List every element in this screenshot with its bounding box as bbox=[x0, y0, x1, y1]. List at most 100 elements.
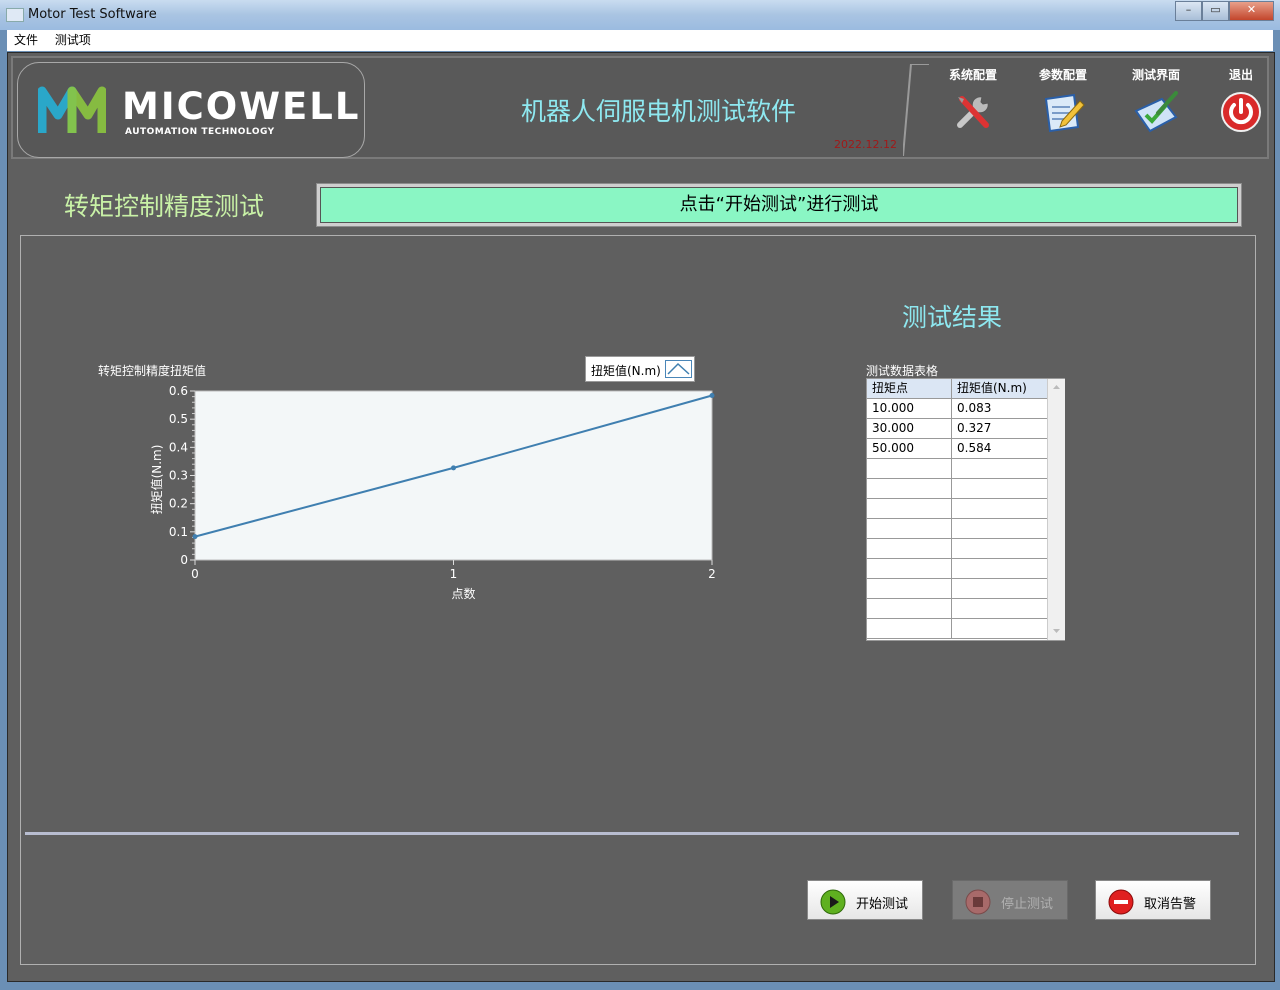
logo-mark-icon bbox=[38, 86, 106, 133]
data-point bbox=[192, 534, 198, 540]
table-row[interactable] bbox=[867, 499, 1047, 519]
cell-torque-value[interactable] bbox=[952, 519, 1047, 538]
minimize-button[interactable]: – bbox=[1175, 1, 1202, 21]
cell-torque-value[interactable]: 0.083 bbox=[952, 399, 1047, 418]
cell-torque-value[interactable] bbox=[952, 619, 1047, 638]
chart-title: 转矩控制精度扭矩值 bbox=[98, 364, 207, 378]
nav-param-config-label: 参数配置 bbox=[1038, 68, 1087, 82]
nav-test-screen-label: 测试界面 bbox=[1131, 68, 1180, 82]
cell-torque-point[interactable] bbox=[867, 499, 952, 518]
play-icon bbox=[820, 889, 846, 915]
cell-torque-value[interactable] bbox=[952, 499, 1047, 518]
header: MICOWELL AUTOMATION TECHNOLOGY 机器人伺服电机测试… bbox=[11, 56, 1269, 159]
cell-torque-value[interactable]: 0.327 bbox=[952, 419, 1047, 438]
y-tick-label: 0.5 bbox=[169, 412, 188, 426]
stop-test-button[interactable]: 停止测试 bbox=[952, 880, 1068, 920]
cell-torque-value[interactable] bbox=[952, 459, 1047, 478]
window-title: Motor Test Software bbox=[28, 7, 157, 22]
cancel-alarm-label: 取消告警 bbox=[1144, 897, 1197, 912]
table-row[interactable] bbox=[867, 579, 1047, 599]
y-axis-label: 扭矩值(N.m) bbox=[149, 445, 164, 515]
col-header-torque-point: 扭矩点 bbox=[867, 379, 952, 398]
logo: MICOWELL AUTOMATION TECHNOLOGY bbox=[17, 62, 365, 158]
cell-torque-value[interactable] bbox=[952, 599, 1047, 618]
cell-torque-point[interactable] bbox=[867, 479, 952, 498]
table-row[interactable]: 30.000 0.327 bbox=[867, 419, 1047, 439]
cell-torque-value[interactable]: 0.584 bbox=[952, 439, 1047, 458]
cell-torque-point[interactable] bbox=[867, 619, 952, 638]
cell-torque-value[interactable] bbox=[952, 579, 1047, 598]
clipboard-check-icon bbox=[1134, 91, 1178, 133]
nav-test-screen[interactable]: 测试界面 bbox=[1116, 66, 1196, 137]
legend-label: 扭矩值(N.m) bbox=[591, 364, 661, 378]
torque-chart: 0 0.1 0.2 0.3 0.4 0.5 0.6 0 1 2 点数 扭矩值(N.m) bbox=[149, 384, 716, 601]
section-title: 转矩控制精度测试 bbox=[64, 192, 265, 221]
table-row[interactable] bbox=[867, 559, 1047, 579]
x-axis-label: 点数 bbox=[451, 586, 475, 601]
cell-torque-point[interactable]: 30.000 bbox=[867, 419, 952, 438]
stop-icon bbox=[965, 889, 991, 915]
scroll-up-icon[interactable] bbox=[1048, 380, 1065, 394]
legend-swatch-icon bbox=[665, 360, 692, 378]
power-icon bbox=[1221, 92, 1261, 132]
status-message: 点击“开始测试”进行测试 bbox=[320, 187, 1238, 223]
cell-torque-point[interactable] bbox=[867, 519, 952, 538]
cell-torque-point[interactable] bbox=[867, 459, 952, 478]
table-scrollbar[interactable] bbox=[1047, 379, 1065, 640]
cell-torque-point[interactable]: 50.000 bbox=[867, 439, 952, 458]
build-date: 2022.12.12 bbox=[834, 138, 897, 151]
title-bar[interactable]: Motor Test Software – ▭ ✕ bbox=[0, 0, 1280, 30]
x-tick-label: 1 bbox=[450, 567, 458, 581]
status-box: 点击“开始测试”进行测试 bbox=[316, 183, 1242, 227]
data-point bbox=[709, 393, 715, 399]
nav-exit[interactable]: 退出 bbox=[1201, 66, 1280, 137]
table-row[interactable] bbox=[867, 459, 1047, 479]
nav-param-config[interactable]: 参数配置 bbox=[1023, 66, 1103, 137]
close-button[interactable]: ✕ bbox=[1229, 1, 1274, 21]
panel-divider bbox=[25, 832, 1239, 835]
cell-torque-point[interactable] bbox=[867, 579, 952, 598]
table-row[interactable]: 50.000 0.584 bbox=[867, 439, 1047, 459]
table-row[interactable] bbox=[867, 519, 1047, 539]
app-title: 机器人伺服电机测试软件 bbox=[521, 97, 797, 126]
brand-name: MICOWELL bbox=[122, 85, 361, 128]
y-tick-label: 0.4 bbox=[169, 440, 188, 454]
col-header-torque-value: 扭矩值(N.m) bbox=[957, 381, 1027, 395]
table-header-row: 扭矩点 扭矩值(N.m) bbox=[867, 379, 1047, 399]
cell-torque-point[interactable] bbox=[867, 599, 952, 618]
nav-separator bbox=[903, 64, 929, 156]
menu-file[interactable]: 文件 bbox=[14, 30, 38, 51]
y-tick-label: 0 bbox=[180, 553, 188, 567]
no-entry-icon bbox=[1108, 889, 1134, 915]
stop-test-label: 停止测试 bbox=[1001, 897, 1054, 912]
main-window: Motor Test Software – ▭ ✕ 文件 测试项 MICOWEL… bbox=[0, 0, 1280, 990]
table-row[interactable] bbox=[867, 479, 1047, 499]
cell-torque-point[interactable]: 10.000 bbox=[867, 399, 952, 418]
maximize-button[interactable]: ▭ bbox=[1202, 1, 1229, 21]
cell-torque-value[interactable] bbox=[952, 539, 1047, 558]
chart-legend[interactable]: 扭矩值(N.m) bbox=[585, 356, 695, 382]
cell-torque-value[interactable] bbox=[952, 479, 1047, 498]
start-test-button[interactable]: 开始测试 bbox=[807, 880, 923, 920]
menu-bar: 文件 测试项 bbox=[7, 30, 1273, 51]
client-area: MICOWELL AUTOMATION TECHNOLOGY 机器人伺服电机测试… bbox=[7, 52, 1275, 982]
y-tick-label: 0.6 bbox=[169, 384, 188, 398]
cancel-alarm-button[interactable]: 取消告警 bbox=[1095, 880, 1211, 920]
table-row[interactable] bbox=[867, 539, 1047, 559]
table-row[interactable] bbox=[867, 599, 1047, 619]
nav-system-config[interactable]: 系统配置 bbox=[933, 66, 1013, 137]
cell-torque-value[interactable] bbox=[952, 559, 1047, 578]
y-tick-label: 0.2 bbox=[169, 497, 188, 511]
menu-test-items[interactable]: 测试项 bbox=[55, 30, 91, 51]
scroll-down-icon[interactable] bbox=[1048, 624, 1065, 638]
nav-system-config-label: 系统配置 bbox=[948, 68, 997, 82]
data-table[interactable]: 扭矩点 扭矩值(N.m) 10.000 0.083 30.000 0.327 50.00… bbox=[866, 378, 1065, 641]
table-row[interactable] bbox=[867, 619, 1047, 639]
cell-torque-point[interactable] bbox=[867, 539, 952, 558]
brand-subtitle: AUTOMATION TECHNOLOGY bbox=[125, 127, 275, 137]
start-test-label: 开始测试 bbox=[856, 897, 909, 912]
table-title: 测试数据表格 bbox=[866, 364, 939, 378]
data-point bbox=[451, 465, 456, 471]
cell-torque-point[interactable] bbox=[867, 559, 952, 578]
table-row[interactable]: 10.000 0.083 bbox=[867, 399, 1047, 419]
